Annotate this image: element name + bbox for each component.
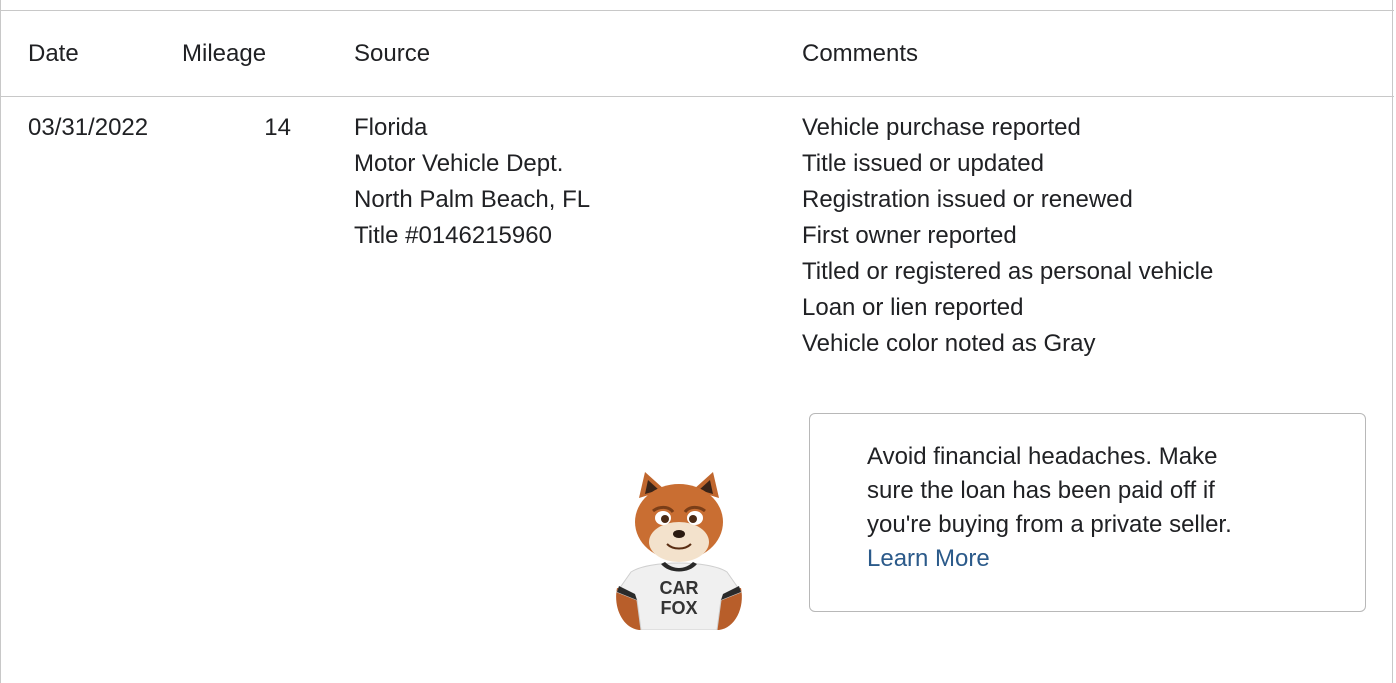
learn-more-link[interactable]: Learn More bbox=[867, 542, 1327, 576]
comment-line: Title issued or updated bbox=[802, 150, 1044, 177]
top-divider bbox=[1, 10, 1394, 11]
record-mileage: 14 bbox=[264, 114, 291, 141]
source-line: North Palm Beach, FL bbox=[354, 186, 591, 213]
callout-line: Avoid financial headaches. Make bbox=[867, 443, 1218, 470]
header-comments: Comments bbox=[802, 40, 919, 67]
callout-line: you're buying from a private seller. bbox=[867, 511, 1232, 538]
header-source: Source bbox=[354, 40, 431, 67]
callout-text: Avoid financial headaches. Make sure the… bbox=[867, 440, 1327, 576]
loan-tip-callout: Avoid financial headaches. Make sure the… bbox=[809, 413, 1366, 612]
vehicle-history-panel: Date Mileage Source Comments 03/31/2022 … bbox=[0, 0, 1394, 683]
record-date: 03/31/2022 bbox=[28, 114, 149, 141]
source-line: Title #0146215960 bbox=[354, 222, 552, 249]
callout-line: sure the loan has been paid off if bbox=[867, 477, 1215, 504]
record-comments: Vehicle purchase reported Title issued o… bbox=[802, 110, 1213, 362]
header-mileage: Mileage bbox=[182, 40, 267, 67]
source-line: Florida bbox=[354, 114, 428, 141]
comment-line: Loan or lien reported bbox=[802, 294, 1024, 321]
comment-line: Vehicle color noted as Gray bbox=[802, 330, 1096, 357]
header-date: Date bbox=[28, 40, 79, 67]
comment-line: Registration issued or renewed bbox=[802, 186, 1133, 213]
comment-line: Titled or registered as personal vehicle bbox=[802, 258, 1214, 285]
record-source: Florida Motor Vehicle Dept. North Palm B… bbox=[354, 110, 590, 254]
header-divider bbox=[1, 96, 1394, 97]
carfox-mascot-icon: CAR FOX bbox=[609, 468, 749, 630]
shirt-text-fox: FOX bbox=[660, 598, 697, 618]
comment-line: First owner reported bbox=[802, 222, 1017, 249]
shirt-text-car: CAR bbox=[660, 578, 699, 598]
comment-line: Vehicle purchase reported bbox=[802, 114, 1081, 141]
source-line: Motor Vehicle Dept. bbox=[354, 150, 564, 177]
